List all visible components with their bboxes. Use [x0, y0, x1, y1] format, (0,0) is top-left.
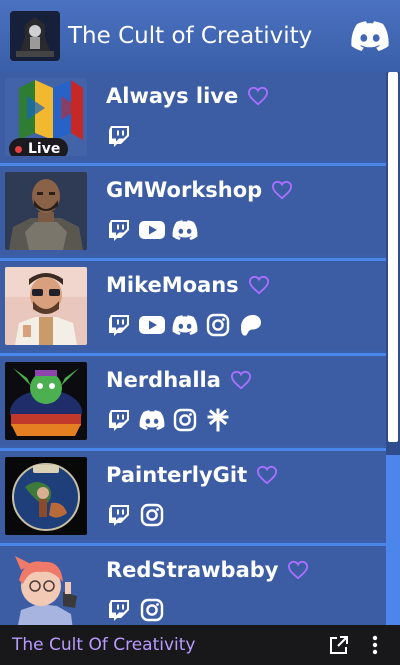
youtube-icon[interactable] — [139, 312, 165, 338]
social-links — [106, 217, 205, 243]
discord-icon[interactable] — [172, 312, 198, 338]
streamer-name-row: Always live — [106, 84, 269, 108]
social-links — [106, 123, 139, 149]
streamer-name[interactable]: Always live — [106, 84, 238, 108]
streamer-name[interactable]: GMWorkshop — [106, 178, 262, 202]
twitch-icon[interactable] — [106, 217, 132, 243]
streamer-avatar — [5, 457, 87, 535]
streamer-name[interactable]: RedStrawbaby — [106, 558, 278, 582]
follow-heart-icon[interactable] — [256, 465, 278, 485]
streamer-name-row: GMWorkshop — [106, 178, 293, 202]
twitch-icon[interactable] — [106, 312, 132, 338]
streamer-name[interactable]: Nerdhalla — [106, 368, 221, 392]
streamer-card[interactable]: Nerdhalla — [0, 356, 386, 445]
streamer-card[interactable]: RedStrawbaby — [0, 546, 386, 625]
social-links — [106, 407, 238, 433]
streamer-card[interactable]: Live Always live — [0, 72, 386, 160]
streamer-avatar: Live — [5, 78, 87, 156]
social-links — [106, 597, 172, 623]
social-links — [106, 502, 172, 528]
scrollbar[interactable] — [386, 72, 400, 625]
social-links — [106, 312, 271, 338]
header: The Cult of Creativity — [0, 0, 400, 72]
extension-name-link[interactable]: The Cult Of Creativity — [12, 635, 316, 655]
streamer-avatar — [5, 362, 87, 440]
live-label: Live — [28, 141, 61, 156]
cult-logo-icon — [10, 11, 60, 61]
discord-icon[interactable] — [139, 407, 165, 433]
more-vertical-icon[interactable] — [362, 632, 388, 658]
streamer-avatar — [5, 172, 87, 250]
twitch-icon[interactable] — [106, 597, 132, 623]
footer-bar: The Cult Of Creativity — [0, 625, 400, 665]
streamer-card[interactable]: GMWorkshop — [0, 166, 386, 255]
external-link-icon[interactable] — [326, 632, 352, 658]
follow-heart-icon[interactable] — [230, 370, 252, 390]
streamer-name-row: RedStrawbaby — [106, 558, 309, 582]
instagram-icon[interactable] — [172, 407, 198, 433]
streamer-name[interactable]: MikeMoans — [106, 273, 239, 297]
streamer-avatar — [5, 267, 87, 345]
linktree-icon[interactable] — [205, 407, 231, 433]
discord-icon[interactable] — [172, 217, 198, 243]
instagram-icon[interactable] — [205, 312, 231, 338]
patreon-icon[interactable] — [238, 312, 264, 338]
follow-heart-icon[interactable] — [248, 275, 270, 295]
twitch-icon[interactable] — [106, 502, 132, 528]
streamer-name-row: MikeMoans — [106, 273, 270, 297]
streamer-card[interactable]: MikeMoans — [0, 261, 386, 350]
streamer-name[interactable]: PainterlyGit — [106, 463, 247, 487]
community-title: The Cult of Creativity — [68, 23, 313, 49]
twitch-icon[interactable] — [106, 407, 132, 433]
live-dot-icon — [15, 145, 22, 153]
instagram-icon[interactable] — [139, 597, 165, 623]
live-badge: Live — [9, 138, 69, 156]
extension-panel: The Cult of Creativity Live Always live … — [0, 0, 400, 665]
scrollbar-thumb[interactable] — [388, 72, 398, 442]
streamer-list[interactable]: Live Always live GMWorkshop MikeMoans Ne… — [0, 72, 386, 625]
streamer-name-row: Nerdhalla — [106, 368, 252, 392]
follow-heart-icon[interactable] — [247, 86, 269, 106]
follow-heart-icon[interactable] — [271, 180, 293, 200]
streamer-avatar — [5, 552, 87, 625]
streamer-name-row: PainterlyGit — [106, 463, 278, 487]
twitch-icon[interactable] — [106, 123, 132, 149]
follow-heart-icon[interactable] — [287, 560, 309, 580]
streamer-card[interactable]: PainterlyGit — [0, 451, 386, 540]
discord-icon[interactable] — [350, 16, 390, 56]
youtube-icon[interactable] — [139, 217, 165, 243]
instagram-icon[interactable] — [139, 502, 165, 528]
scrollbar-lower-track — [386, 455, 400, 625]
